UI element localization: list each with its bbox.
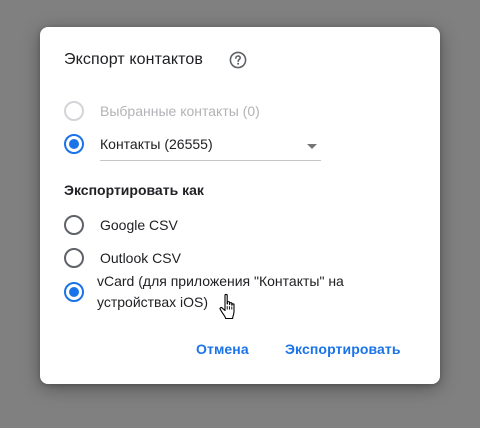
hand-cursor-icon — [219, 293, 235, 320]
chevron-down-icon — [307, 144, 317, 149]
vcard-radio[interactable] — [64, 282, 84, 302]
selected-contacts-radio[interactable] — [64, 101, 84, 121]
export-as-heading: Экспортировать как — [64, 182, 204, 198]
contacts-select[interactable]: Контакты (26555) — [100, 132, 321, 161]
dialog-title: Экспорт контактов — [64, 51, 203, 68]
export-contacts-dialog: Экспорт контактов Выбранные контакты (0)… — [40, 27, 440, 384]
help-circle-icon[interactable] — [229, 51, 247, 69]
all-contacts-radio[interactable] — [64, 134, 84, 154]
outlook-csv-label[interactable]: Outlook CSV — [100, 248, 181, 268]
cancel-button[interactable]: Отмена — [196, 341, 249, 357]
vcard-label[interactable]: vCard (для приложения "Контакты" на устр… — [97, 271, 387, 313]
contacts-select-value: Контакты (26555) — [100, 136, 213, 152]
outlook-csv-radio[interactable] — [64, 248, 84, 268]
google-csv-label[interactable]: Google CSV — [100, 215, 178, 235]
export-button[interactable]: Экспортировать — [285, 341, 401, 357]
google-csv-radio[interactable] — [64, 215, 84, 235]
selected-contacts-label: Выбранные контакты (0) — [100, 103, 260, 119]
